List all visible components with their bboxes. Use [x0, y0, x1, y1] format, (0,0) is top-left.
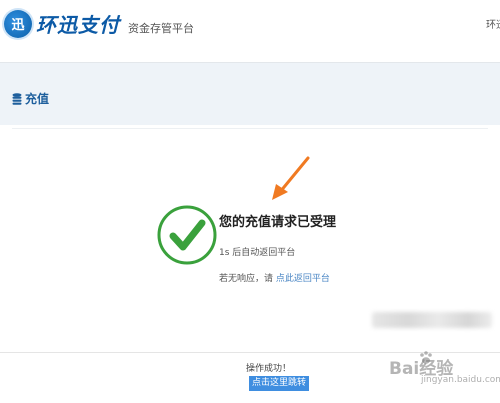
operation-status: 操作成功！ — [246, 364, 292, 374]
blurred-region — [372, 312, 492, 328]
paw-icon — [420, 351, 432, 364]
page: 迅 环迅支付 资金存管平台 环迅 充值 您的充值请求已受理 1s 后自动返回平台… — [0, 0, 500, 403]
section-bar: 充值 — [0, 63, 500, 125]
database-icon — [12, 92, 22, 105]
no-response-prefix: 若无响应，请 — [219, 274, 276, 284]
check-circle-icon — [157, 205, 217, 265]
return-platform-link[interactable]: 点此返回平台 — [276, 274, 330, 284]
auto-return-text: 1s 后自动返回平台 — [219, 248, 296, 258]
brand-logo[interactable]: 迅 环迅支付 资金存管平台 — [4, 9, 194, 38]
arrow-icon — [272, 156, 310, 200]
no-response-text: 若无响应，请 点此返回平台 — [219, 271, 330, 284]
brand-subtitle: 资金存管平台 — [128, 21, 194, 35]
header-user-link[interactable]: 环迅 — [486, 16, 500, 31]
watermark-url: jingyan.baidu.com — [421, 375, 500, 385]
logo-mark-icon: 迅 — [4, 9, 32, 38]
result-title: 您的充值请求已受理 — [219, 215, 337, 230]
section-title: 充值 — [12, 90, 49, 107]
brand-name: 环迅支付 — [36, 13, 120, 37]
jump-button[interactable]: 点击这里跳转 — [249, 376, 309, 391]
header: 迅 环迅支付 资金存管平台 环迅 — [0, 0, 500, 63]
section-title-label: 充值 — [25, 92, 50, 106]
